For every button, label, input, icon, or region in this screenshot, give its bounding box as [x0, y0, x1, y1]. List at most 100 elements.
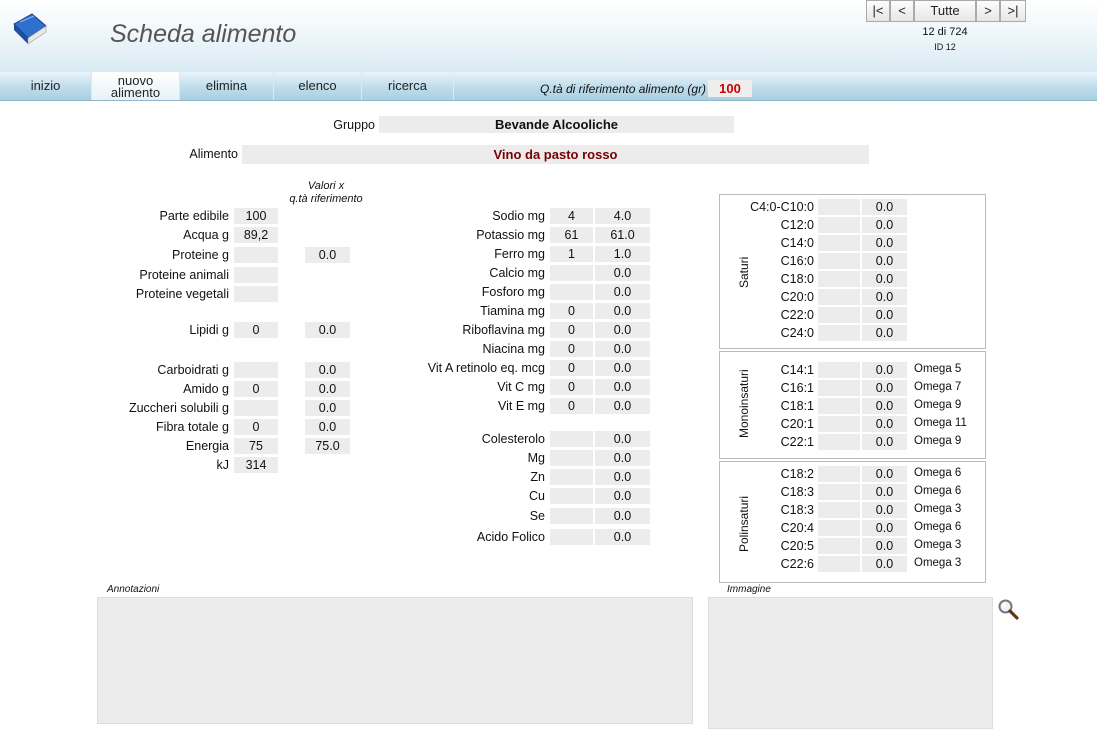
left-row-ref[interactable]: 0.0: [305, 362, 350, 378]
left-row-value[interactable]: 0: [234, 381, 278, 397]
mid-row-value[interactable]: [550, 488, 593, 504]
mono-fat-ref[interactable]: 0.0: [862, 416, 907, 432]
left-row-value[interactable]: [234, 286, 278, 302]
poly-fat-value[interactable]: [818, 520, 860, 536]
mid-row-value[interactable]: 0: [550, 360, 593, 376]
mid-row-value[interactable]: [550, 265, 593, 281]
mid-row-value[interactable]: 61: [550, 227, 593, 243]
left-row-value[interactable]: 0: [234, 322, 278, 338]
left-row-value[interactable]: [234, 247, 278, 263]
mid-row-ref[interactable]: 0.0: [595, 488, 650, 504]
next-record-button[interactable]: >: [976, 0, 1000, 22]
all-records-button[interactable]: Tutte: [914, 0, 976, 22]
mid-row-ref[interactable]: 0.0: [595, 529, 650, 545]
mid-row-ref[interactable]: 0.0: [595, 303, 650, 319]
saturated-fat-ref[interactable]: 0.0: [862, 199, 907, 215]
left-row-value[interactable]: [234, 362, 278, 378]
mid-row-value[interactable]: 0: [550, 398, 593, 414]
mid-row-ref[interactable]: 0.0: [595, 284, 650, 300]
menu-list[interactable]: elenco: [274, 72, 362, 100]
poly-fat-value[interactable]: [818, 502, 860, 518]
saturated-fat-ref[interactable]: 0.0: [862, 253, 907, 269]
mid-row-value[interactable]: [550, 469, 593, 485]
mid-row-ref[interactable]: 0.0: [595, 469, 650, 485]
menu-search[interactable]: ricerca: [362, 72, 454, 100]
mid-row-value[interactable]: 0: [550, 379, 593, 395]
notes-textarea[interactable]: [97, 597, 693, 724]
menu-new-food[interactable]: nuovo alimento: [92, 72, 180, 100]
left-row-value[interactable]: 314: [234, 457, 278, 473]
mono-fat-value[interactable]: [818, 380, 860, 396]
mid-row-value[interactable]: 4: [550, 208, 593, 224]
mid-row-value[interactable]: [550, 508, 593, 524]
poly-fat-ref[interactable]: 0.0: [862, 484, 907, 500]
mono-fat-ref[interactable]: 0.0: [862, 362, 907, 378]
left-row-ref[interactable]: 0.0: [305, 322, 350, 338]
mid-row-value[interactable]: [550, 284, 593, 300]
left-row-value[interactable]: 75: [234, 438, 278, 454]
mid-row-value[interactable]: 1: [550, 246, 593, 262]
mid-row-value[interactable]: 0: [550, 303, 593, 319]
mono-fat-value[interactable]: [818, 362, 860, 378]
saturated-fat-value[interactable]: [818, 307, 860, 323]
left-row-ref[interactable]: 0.0: [305, 381, 350, 397]
food-name-field[interactable]: Vino da pasto rosso: [242, 145, 869, 164]
poly-fat-ref[interactable]: 0.0: [862, 556, 907, 572]
mid-row-ref[interactable]: 0.0: [595, 341, 650, 357]
last-record-button[interactable]: >|: [1000, 0, 1026, 22]
mid-row-ref[interactable]: 4.0: [595, 208, 650, 224]
poly-fat-ref[interactable]: 0.0: [862, 520, 907, 536]
group-field[interactable]: Bevande Alcooliche: [379, 116, 734, 133]
left-row-value[interactable]: [234, 267, 278, 283]
mid-row-value[interactable]: 0: [550, 322, 593, 338]
saturated-fat-value[interactable]: [818, 289, 860, 305]
poly-fat-value[interactable]: [818, 466, 860, 482]
left-row-ref[interactable]: 0.0: [305, 247, 350, 263]
left-row-ref[interactable]: 0.0: [305, 400, 350, 416]
mid-row-ref[interactable]: 0.0: [595, 360, 650, 376]
first-record-button[interactable]: |<: [866, 0, 890, 22]
mid-row-value[interactable]: 0: [550, 341, 593, 357]
left-row-value[interactable]: 89,2: [234, 227, 278, 243]
left-row-value[interactable]: [234, 400, 278, 416]
mid-row-ref[interactable]: 0.0: [595, 508, 650, 524]
mid-row-ref[interactable]: 0.0: [595, 450, 650, 466]
mid-row-value[interactable]: [550, 431, 593, 447]
left-row-value[interactable]: 100: [234, 208, 278, 224]
left-row-value[interactable]: 0: [234, 419, 278, 435]
poly-fat-ref[interactable]: 0.0: [862, 502, 907, 518]
saturated-fat-ref[interactable]: 0.0: [862, 235, 907, 251]
saturated-fat-ref[interactable]: 0.0: [862, 271, 907, 287]
menu-home[interactable]: inizio: [0, 72, 92, 100]
saturated-fat-ref[interactable]: 0.0: [862, 289, 907, 305]
prev-record-button[interactable]: <: [890, 0, 914, 22]
mono-fat-value[interactable]: [818, 434, 860, 450]
mid-row-ref[interactable]: 1.0: [595, 246, 650, 262]
saturated-fat-value[interactable]: [818, 217, 860, 233]
mono-fat-ref[interactable]: 0.0: [862, 380, 907, 396]
saturated-fat-value[interactable]: [818, 325, 860, 341]
menu-delete[interactable]: elimina: [180, 72, 274, 100]
saturated-fat-value[interactable]: [818, 253, 860, 269]
mono-fat-value[interactable]: [818, 416, 860, 432]
mono-fat-value[interactable]: [818, 398, 860, 414]
mid-row-ref[interactable]: 0.0: [595, 322, 650, 338]
mid-row-ref[interactable]: 0.0: [595, 398, 650, 414]
saturated-fat-ref[interactable]: 0.0: [862, 325, 907, 341]
mid-row-ref[interactable]: 0.0: [595, 379, 650, 395]
image-container[interactable]: [708, 597, 993, 729]
saturated-fat-value[interactable]: [818, 271, 860, 287]
saturated-fat-value[interactable]: [818, 235, 860, 251]
saturated-fat-value[interactable]: [818, 199, 860, 215]
poly-fat-value[interactable]: [818, 538, 860, 554]
poly-fat-value[interactable]: [818, 556, 860, 572]
mid-row-ref[interactable]: 61.0: [595, 227, 650, 243]
mid-row-value[interactable]: [550, 450, 593, 466]
saturated-fat-ref[interactable]: 0.0: [862, 217, 907, 233]
saturated-fat-ref[interactable]: 0.0: [862, 307, 907, 323]
mid-row-value[interactable]: [550, 529, 593, 545]
mid-row-ref[interactable]: 0.0: [595, 431, 650, 447]
mono-fat-ref[interactable]: 0.0: [862, 434, 907, 450]
reference-qty-field[interactable]: 100: [708, 80, 752, 97]
left-row-ref[interactable]: 0.0: [305, 419, 350, 435]
